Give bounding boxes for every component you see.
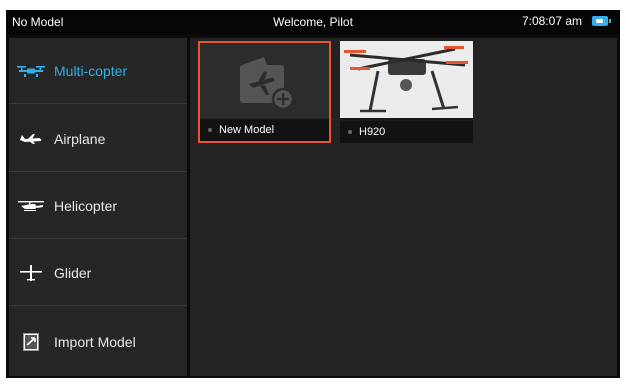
glider-icon <box>16 264 46 282</box>
tile-label: H920 <box>359 126 386 138</box>
tile-label-bar: H920 <box>340 121 473 143</box>
helicopter-icon <box>16 200 46 212</box>
sidebar-item-label: Multi-copter <box>54 62 128 79</box>
bullet-dot <box>208 128 212 132</box>
sidebar-item-helicopter[interactable]: Helicopter <box>9 173 187 239</box>
model-grid: New Model H920 <box>190 38 617 376</box>
model-tile-h920[interactable]: H920 <box>340 41 473 143</box>
drone-photo <box>340 41 473 118</box>
status-bar: No Model Welcome, Pilot 7:08:07 am <box>6 10 620 34</box>
status-right: 7:08:07 am <box>521 14 611 28</box>
tile-label: New Model <box>219 124 275 136</box>
model-type-sidebar: Multi-copter Airplane Helicopter Glider … <box>9 38 187 376</box>
sidebar-item-import-model[interactable]: Import Model <box>9 307 187 376</box>
bullet-dot <box>348 130 352 134</box>
new-model-thumb <box>200 43 329 120</box>
clock: 7:08:07 am <box>521 14 582 28</box>
sidebar-item-label: Helicopter <box>54 197 118 214</box>
model-tile-new-model[interactable]: New Model <box>198 41 331 143</box>
import-model-icon <box>16 332 46 351</box>
sidebar-item-glider[interactable]: Glider <box>9 240 187 306</box>
new-model-icon <box>240 57 295 111</box>
device-screen: No Model Welcome, Pilot 7:08:07 am Multi… <box>6 10 620 378</box>
sidebar-item-label: Airplane <box>54 130 106 147</box>
sidebar-item-multi-copter[interactable]: Multi-copter <box>9 38 187 104</box>
drone-photo-image <box>340 41 473 118</box>
sidebar-item-airplane[interactable]: Airplane <box>9 106 187 172</box>
tile-label-bar: New Model <box>200 119 329 141</box>
battery-icon <box>592 16 611 26</box>
airplane-icon <box>16 133 46 145</box>
sidebar-item-label: Glider <box>54 264 92 281</box>
multicopter-icon <box>16 64 46 78</box>
sidebar-item-label: Import Model <box>54 333 136 350</box>
